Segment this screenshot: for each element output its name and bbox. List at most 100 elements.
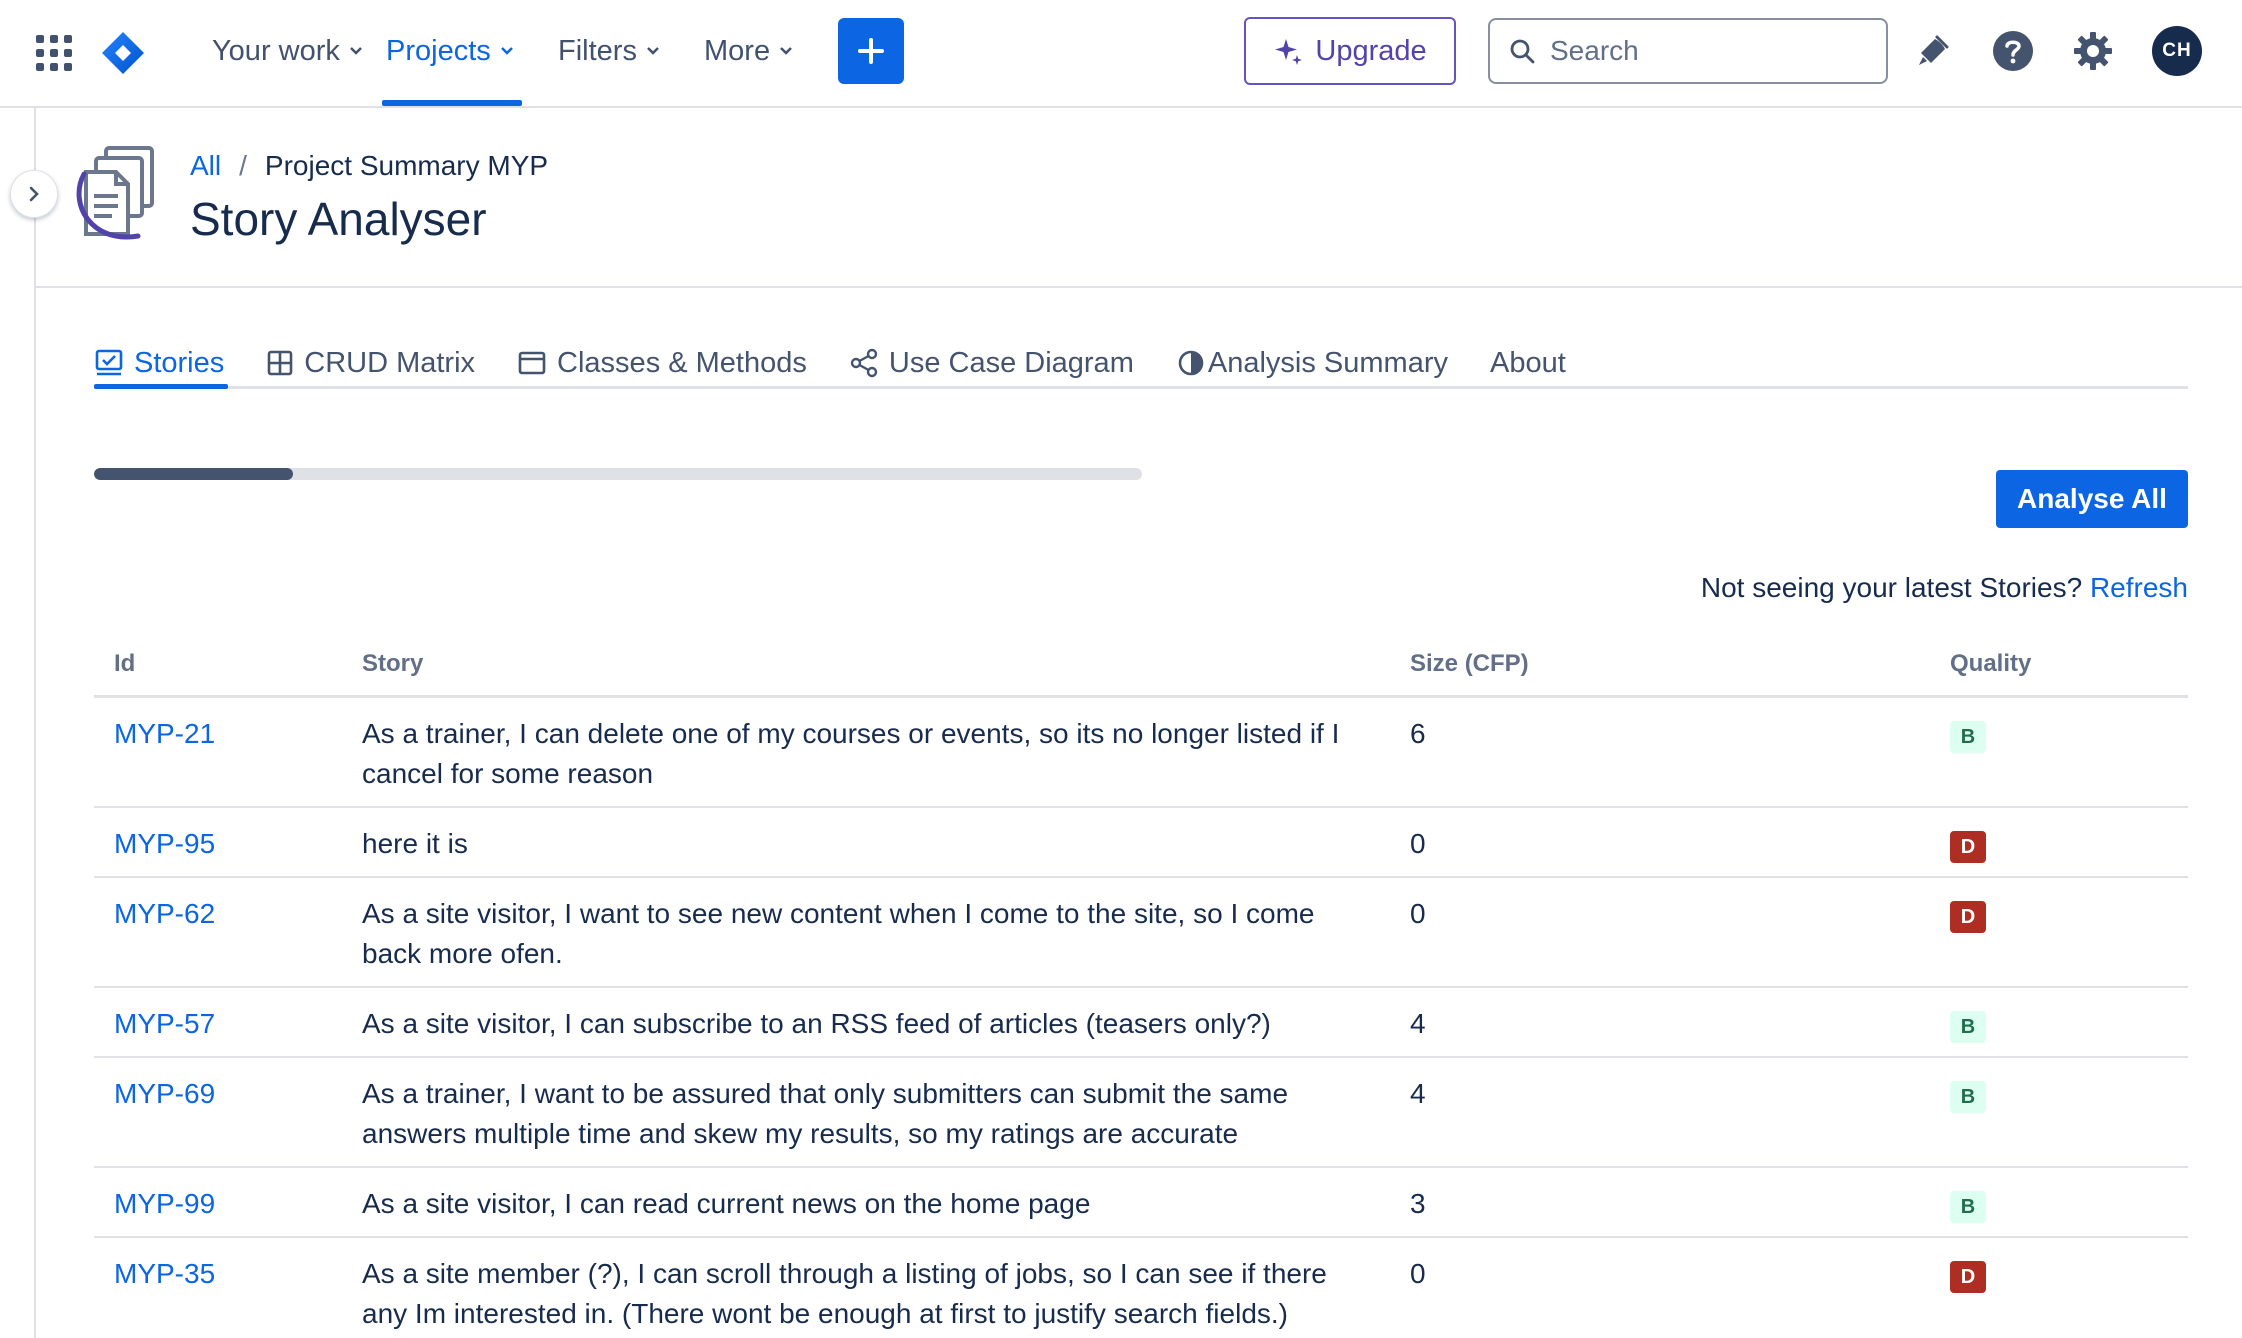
project-documents-icon [72,144,168,244]
story-id-link[interactable]: MYP-62 [114,894,215,934]
column-header-story[interactable]: Story [362,650,423,678]
nav-more[interactable]: More [704,28,794,74]
chevron-down-icon [348,43,364,59]
table-row: MYP-99 As a site visitor, I can read cur… [94,1168,2188,1238]
chevron-down-icon [778,43,794,59]
story-id-link[interactable]: MYP-57 [114,1004,215,1044]
story-text: As a site visitor, I can subscribe to an… [362,1004,1362,1044]
story-id-link[interactable]: MYP-21 [114,714,215,754]
jira-logo-icon[interactable] [100,30,146,76]
quality-cell: B [1950,1184,1986,1224]
notifications-button[interactable] [1908,26,1958,76]
quality-badge: B [1950,1191,1986,1223]
left-sidebar-rail [0,108,36,1338]
quality-cell: B [1950,1074,1986,1114]
nav-your-work[interactable]: Your work [212,28,364,74]
story-size: 6 [1410,714,1426,754]
share-icon [849,348,879,378]
tab-about[interactable]: About [1490,338,1566,388]
tab-active-indicator [94,384,228,389]
tab-crud-matrix-label: CRUD Matrix [304,347,475,380]
story-id-link[interactable]: MYP-69 [114,1074,215,1114]
header-divider [36,286,2242,288]
tab-stories-label: Stories [134,347,224,380]
breadcrumb: All / Project Summary MYP [190,150,548,182]
story-size: 4 [1410,1074,1426,1114]
quality-badge: B [1950,1011,1986,1043]
tab-classes-methods[interactable]: Classes & Methods [517,338,807,388]
quality-badge: B [1950,1081,1986,1113]
story-text: As a trainer, I want to be assured that … [362,1074,1362,1154]
quality-badge: B [1950,721,1986,753]
top-navigation: Your work Projects Filters More Upgrade [0,0,2242,108]
user-avatar[interactable]: CH [2152,26,2202,76]
tab-crud-matrix[interactable]: CRUD Matrix [266,338,475,388]
tab-classes-methods-label: Classes & Methods [557,347,807,380]
refresh-link[interactable]: Refresh [2090,572,2188,603]
table-header: Id Story Size (CFP) Quality [94,640,2188,698]
tab-about-label: About [1490,347,1566,380]
breadcrumb-all-link[interactable]: All [190,150,221,182]
breadcrumb-separator: / [239,150,247,182]
grid-icon [266,349,294,377]
search-input[interactable] [1550,35,1870,67]
search-box[interactable] [1488,18,1888,84]
tab-use-case-diagram-label: Use Case Diagram [889,347,1134,380]
chevron-down-icon [645,43,661,59]
story-text: here it is [362,824,1362,864]
megaphone-icon [1913,31,1953,71]
quality-badge: D [1950,1261,1986,1293]
help-button[interactable] [1988,26,2038,76]
story-id-link[interactable]: MYP-99 [114,1184,215,1224]
plus-icon [856,36,886,66]
gear-icon [2072,30,2114,72]
stories-icon [94,348,124,378]
search-icon [1508,37,1536,65]
table-row: MYP-62 As a site visitor, I want to see … [94,878,2188,988]
nav-your-work-label: Your work [212,35,340,68]
page-title: Story Analyser [190,192,487,246]
analyse-all-button[interactable]: Analyse All [1996,470,2188,528]
table-row: MYP-69 As a trainer, I want to be assure… [94,1058,2188,1168]
table-row: MYP-21 As a trainer, I can delete one of… [94,698,2188,808]
nav-filters-label: Filters [558,35,637,68]
column-header-id[interactable]: Id [114,650,135,678]
story-size: 0 [1410,1254,1426,1294]
column-header-quality[interactable]: Quality [1950,650,2031,678]
analysis-progress-bar [94,468,1142,480]
nav-projects-label: Projects [386,35,491,68]
story-size: 0 [1410,894,1426,934]
half-circle-icon [1176,348,1206,378]
tab-stories[interactable]: Stories [94,338,224,388]
table-row: MYP-95 here it is 0 D [94,808,2188,878]
quality-cell: B [1950,714,1986,754]
breadcrumb-current: Project Summary MYP [265,150,548,182]
app-switcher-icon[interactable] [36,35,72,71]
tab-analysis-summary-label: Analysis Summary [1208,347,1448,380]
tab-bar-divider [94,386,2188,389]
story-text: As a trainer, I can delete one of my cou… [362,714,1362,794]
sparkle-icon [1273,36,1303,66]
tab-bar: Stories CRUD Matrix Classes & Methods Us… [94,338,1566,388]
settings-button[interactable] [2068,26,2118,76]
tab-analysis-summary[interactable]: Analysis Summary [1176,338,1448,388]
nav-projects[interactable]: Projects [386,28,515,74]
chevron-down-icon [499,43,515,59]
nav-more-label: More [704,35,770,68]
nav-filters[interactable]: Filters [558,28,661,74]
upgrade-button[interactable]: Upgrade [1244,17,1456,85]
stories-table: Id Story Size (CFP) Quality MYP-21 As a … [94,640,2188,1338]
story-text: As a site member (?), I can scroll throu… [362,1254,1362,1334]
expand-sidebar-button[interactable] [10,170,58,218]
column-header-size[interactable]: Size (CFP) [1410,650,1529,678]
create-button[interactable] [838,18,904,84]
tab-use-case-diagram[interactable]: Use Case Diagram [849,338,1134,388]
quality-badge: D [1950,831,1986,863]
story-id-link[interactable]: MYP-35 [114,1254,215,1294]
chevron-right-icon [25,185,43,203]
story-id-link[interactable]: MYP-95 [114,824,215,864]
help-icon [1991,29,2035,73]
story-size: 4 [1410,1004,1426,1044]
table-row: MYP-57 As a site visitor, I can subscrib… [94,988,2188,1058]
quality-cell: D [1950,1254,1986,1294]
